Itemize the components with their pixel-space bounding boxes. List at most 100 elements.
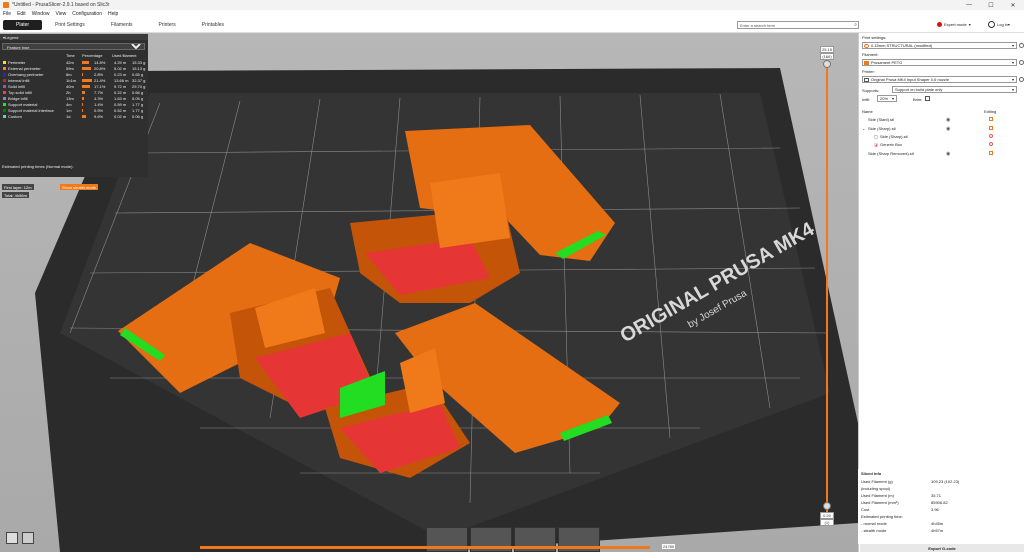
feature-grams: 0.66 g (132, 90, 144, 95)
legend-row[interactable]: Internal infill 1h1m 21.4% 13.66 m 32.37 g (2, 78, 146, 83)
sliced-info-panel: Sliced Info Used Filament (g) 109.23 (102… (858, 469, 1024, 544)
chevron-down-icon: ▾ (1011, 87, 1014, 92)
infill-label: Infill: (862, 97, 871, 102)
tab-filaments[interactable]: Filaments (98, 20, 146, 30)
menu-help[interactable]: Help (108, 11, 118, 17)
gear-icon[interactable] (1019, 60, 1024, 65)
feature-percentage-bar (82, 67, 92, 70)
feature-grams: 15.33 g (132, 60, 146, 65)
layer-slider[interactable]: 25.15 (166) 0.20 (1) (820, 46, 834, 526)
object-part-row[interactable]: ◪ Generic Box (862, 142, 1022, 148)
filament-color-swatch (864, 61, 869, 65)
feature-pct: 14.8% (94, 60, 106, 65)
feature-pct: 2.8% (94, 72, 104, 77)
mode-selector[interactable]: Expert mode ▾ (937, 22, 971, 27)
col-percentage: Percentage (82, 53, 103, 58)
feature-pct: 20.8% (94, 66, 106, 71)
legend-row[interactable]: Support material interface 1m 0.5% 0.52 m 1.… (2, 108, 146, 113)
printer-value: Original Prusa MK4 Input Shaper 0.6 nozz… (871, 77, 950, 82)
eye-icon[interactable]: ◉ (946, 117, 950, 123)
export-gcode-button[interactable]: Export G-code (860, 544, 1024, 552)
supports-combo[interactable]: Support on build plate only ▾ (892, 86, 1017, 93)
brim-checkbox[interactable] (925, 96, 930, 101)
sliced-info-row: Used Filament (g) 109.23 (102.23) (861, 479, 1021, 484)
legend-row[interactable]: Bridge infill 13m 4.3% 1.63 m 5.05 g (2, 96, 146, 101)
gear-icon[interactable] (1019, 77, 1024, 82)
print-settings-combo[interactable]: 0.15mm STRUCTURAL (modified) ▾ (862, 42, 1017, 49)
col-used: Used filament (112, 53, 137, 58)
sliced-info-row: Estimated printing time: (861, 514, 1021, 519)
infill-combo[interactable]: 20% ▾ (877, 95, 897, 102)
legend-header[interactable]: ▾ Legend (0, 34, 148, 40)
legend-row[interactable]: Overhang perimeter 8m 2.8% 0.23 m 0.65 g (2, 72, 146, 77)
minimize-button[interactable]: — (958, 0, 980, 10)
search-icon: ⌕ (854, 22, 857, 28)
menu-view[interactable]: View (55, 11, 66, 17)
filament-value: Prusament PETG (871, 60, 903, 65)
legend-row[interactable]: Custom 1d 9.6% 0.02 m 0.06 g (2, 114, 146, 119)
eye-icon[interactable]: ◉ (946, 126, 950, 132)
legend-panel: ▾ Legend Feature type Time Percentage Us… (0, 34, 148, 198)
object-row[interactable]: Side (Slant).stl ◉ (862, 117, 1022, 123)
view-type-select[interactable]: Feature type (2, 43, 145, 50)
feature-time: 1m (66, 108, 72, 113)
search-placeholder: Enter a search term (740, 22, 776, 28)
tab-print-settings[interactable]: Print Settings (42, 20, 98, 30)
feature-grams: 1.77 g (132, 102, 144, 107)
object-part-row[interactable]: ▢ Side (Sharp).stl (862, 134, 1022, 140)
print-settings-label: Print settings: (862, 35, 887, 40)
edit-icon[interactable] (989, 134, 993, 138)
legend-row[interactable]: Perimeter 42m 14.8% 4.29 m 15.33 g (2, 60, 146, 65)
printer-combo[interactable]: Original Prusa MK4 Input Shaper 0.6 nozz… (862, 76, 1017, 83)
eye-icon[interactable]: ◉ (946, 151, 950, 157)
object-name: Side (Sharp Removed).stl (868, 151, 914, 156)
chevron-down-icon: ▾ (1011, 60, 1014, 65)
edit-icon[interactable] (989, 151, 993, 155)
edit-icon[interactable] (989, 126, 993, 130)
filament-label: Filament: (862, 52, 879, 57)
chevron-down-icon: ▾ (1011, 77, 1014, 82)
search-input[interactable]: Enter a search term ⌕ (737, 21, 859, 29)
feature-name: Support material (8, 102, 38, 107)
tab-printables[interactable]: Printables (189, 20, 237, 30)
legend-row[interactable]: External perimeter 59m 20.8% 5.02 m 15.13 g (2, 66, 146, 71)
feature-grams: 1.77 g (132, 108, 144, 113)
sliced-info-value: 109.23 (102.23) (931, 479, 960, 484)
feature-name: Perimeter (8, 60, 26, 65)
tab-printers[interactable]: Printers (146, 20, 189, 30)
expand-chevron-icon[interactable]: ⌄ (862, 126, 865, 131)
sliced-info-key: - normal mode (861, 521, 887, 526)
filament-combo[interactable]: Prusament PETG ▾ (862, 59, 1017, 66)
feature-len: 0.22 m (114, 90, 127, 95)
feature-time: 2h (66, 90, 71, 95)
edit-icon[interactable] (989, 117, 993, 121)
gear-icon[interactable] (1019, 43, 1024, 48)
menu-configuration[interactable]: Configuration (72, 11, 102, 17)
layers-view-icon[interactable] (22, 532, 34, 544)
close-button[interactable]: ✕ (1002, 0, 1024, 10)
legend-row[interactable]: Support material 4m 1.4% 0.59 m 1.77 g (2, 102, 146, 107)
feature-color-swatch (3, 79, 6, 82)
feature-time: 8m (66, 72, 72, 77)
edit-icon[interactable] (989, 142, 993, 146)
tab-plater[interactable]: Plater (3, 20, 43, 30)
supports-label: Supports: (862, 88, 880, 93)
sliced-info-row: (including spool) (861, 486, 1021, 491)
layer-bottom-handle[interactable] (823, 502, 831, 510)
move-slider[interactable] (200, 546, 650, 549)
legend-row[interactable]: Top solid infill 2h 7.7% 0.22 m 0.66 g (2, 90, 146, 95)
feature-color-swatch (3, 103, 6, 106)
menu-file[interactable]: File (3, 11, 11, 17)
object-row[interactable]: Side (Sharp Removed).stl ◉ (862, 151, 1022, 157)
legend-row[interactable]: Solid infill 40m 17.1% 9.72 m 29.70 g (2, 84, 146, 89)
stealth-mode-button[interactable]: Show stealth mode (60, 184, 99, 190)
login-button[interactable]: Log in ▾ (988, 21, 1010, 28)
view-cube-icon[interactable] (6, 532, 18, 544)
feature-color-swatch (3, 109, 6, 112)
object-row[interactable]: ⌄ Side (Sharp).stl ◉ (862, 126, 1022, 132)
menu-edit[interactable]: Edit (17, 11, 26, 17)
sliced-info-row: Used Filament (m) 35.71 (861, 493, 1021, 498)
layer-top-handle[interactable] (823, 60, 831, 68)
maximize-button[interactable]: ☐ (980, 0, 1002, 10)
menu-window[interactable]: Window (32, 11, 50, 17)
